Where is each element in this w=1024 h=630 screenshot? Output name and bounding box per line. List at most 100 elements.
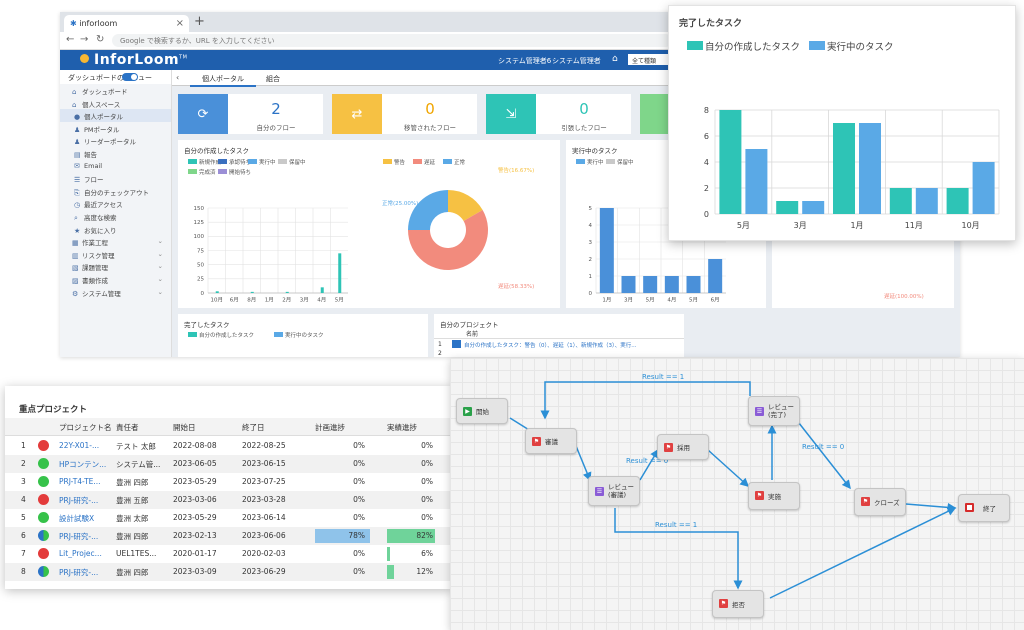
workflow-node-end[interactable]: 終了: [958, 494, 1010, 522]
sidebar-item[interactable]: ♟ リーダーポータル: [60, 134, 171, 147]
sidebar-item[interactable]: ★ お気に入り: [60, 223, 171, 236]
bar: [643, 276, 658, 293]
legend-item[interactable]: 実行中: [576, 158, 604, 166]
table-row[interactable]: 8 PRJ-研究-... 豊洲 四郎 2023-03-09 2023-06-29 0% 12…: [5, 563, 452, 581]
projects-table-title: 重点プロジェクト: [19, 405, 88, 415]
legend-item[interactable]: 開始待ち: [218, 168, 251, 176]
workflow-node-reject[interactable]: ⚑ 拒否: [712, 590, 764, 618]
project-name-link[interactable]: 設計試験X: [59, 513, 113, 524]
sidebar-item[interactable]: ▤ 報告: [60, 147, 171, 160]
workflow-node-review-done[interactable]: ☰ レビュー (完了): [748, 396, 800, 426]
close-tab-icon[interactable]: ×: [176, 18, 184, 29]
edge-label: Result == 1: [642, 373, 685, 381]
project-name-link[interactable]: 22Y-X01-...: [59, 441, 113, 450]
sidebar-item[interactable]: ● 個人ポータル: [60, 109, 171, 122]
bar: [776, 201, 799, 214]
reload-icon[interactable]: ↻: [96, 34, 104, 45]
workflow-node-implement[interactable]: ⚑ 実施: [748, 482, 800, 510]
table-row[interactable]: 6 PRJ-研究-... 豊洲 四郎 2023-02-13 2023-06-06 78% 8…: [5, 527, 452, 545]
workflow-canvas[interactable]: Result == 1 Result == 0 Result == 0 Resu…: [450, 358, 1024, 630]
app-logo[interactable]: InforLoomTM: [80, 52, 187, 68]
popup-legend-my-created[interactable]: 自分の作成したタスク: [687, 39, 800, 53]
collapse-sidebar-icon[interactable]: ‹: [176, 73, 179, 82]
sidebar-item[interactable]: ⎘ 自分のチェックアウト: [60, 185, 171, 198]
y-tick-label: 100: [194, 234, 205, 240]
sidebar-item[interactable]: ☰ フロー: [60, 172, 171, 185]
table-row[interactable]: 5 設計試験X 豊洲 太郎 2023-05-29 2023-06-14 0% 0%: [5, 509, 452, 527]
header-link-admin[interactable]: システム管理者: [552, 56, 601, 66]
start-date-cell: 2023-03-06: [173, 495, 217, 504]
col-plan-progress[interactable]: 計画進捗: [315, 422, 345, 433]
workflow-node-close[interactable]: ⚑ クローズ: [854, 488, 906, 516]
project-name-link[interactable]: PRJ-T4-TE...: [59, 477, 113, 486]
project-name-link[interactable]: PRJ-研究-...: [59, 567, 113, 578]
home-icon[interactable]: ⌂: [612, 54, 618, 64]
tab-personal-portal[interactable]: 個人ポータル: [190, 73, 256, 87]
sidebar-item[interactable]: ♟ PMポータル: [60, 122, 171, 135]
project-name-link[interactable]: PRJ-研究-...: [59, 531, 113, 542]
stat-card-my-flow[interactable]: ⟳ 2 自分のフロー: [178, 94, 323, 134]
project-name-link[interactable]: Lit_Projec...: [59, 549, 113, 558]
workflow-node-review-design[interactable]: ☰ レビュー (審議): [588, 476, 640, 506]
node-label: 採用: [677, 444, 690, 452]
legend-item[interactable]: 保留中: [606, 158, 634, 166]
col-project-name[interactable]: プロジェクト名: [59, 422, 112, 433]
sidebar-item[interactable]: ▦ 作業工程 ⌄: [60, 235, 171, 248]
new-tab-icon[interactable]: +: [194, 14, 205, 29]
bar: [708, 259, 723, 293]
bar: [664, 276, 679, 293]
forward-icon[interactable]: →: [80, 34, 88, 45]
legend-item[interactable]: 実行中: [248, 158, 276, 166]
bar: [972, 162, 995, 214]
workflow-node-adopt[interactable]: ⚑ 採用: [657, 434, 709, 460]
sidebar-item[interactable]: ◷ 最近アクセス: [60, 197, 171, 210]
my-tasks-title: 自分の作成したタスク: [184, 147, 249, 155]
table-row[interactable]: 3 PRJ-T4-TE... 豊洲 四郎 2023-05-29 2023-07-25 0%…: [5, 473, 452, 491]
sidebar-item-label: 個人スペース: [82, 100, 121, 109]
project-name-link[interactable]: HPコンテン...: [59, 459, 113, 470]
chevron-down-icon: ⌄: [157, 262, 163, 271]
end-date-cell: 2023-06-15: [242, 459, 286, 468]
stat-value: 2: [271, 100, 281, 118]
table-row[interactable]: 1 22Y-X01-... テスト 太郎 2022-08-08 2022-08-25 0%…: [5, 437, 452, 455]
x-tick-label: 3月: [300, 297, 309, 304]
sidebar-item[interactable]: ⌕ 高度な検索: [60, 210, 171, 223]
y-tick-label: 5: [589, 206, 593, 212]
sidebar-item[interactable]: ▧ 課題管理 ⌄: [60, 260, 171, 273]
stat-card-pulled[interactable]: ⇲ 0 引張したフロー: [486, 94, 631, 134]
plan-progress-value: 0%: [353, 459, 365, 468]
legend-item[interactable]: 完成済: [188, 168, 216, 176]
logo-text: InforLoom: [94, 52, 180, 68]
sidebar-item[interactable]: ⚙ システム管理 ⌄: [60, 286, 171, 299]
workflow-node-start[interactable]: ▶ 開始: [456, 398, 508, 424]
col-start[interactable]: 開始日: [173, 422, 196, 433]
sidebar-item[interactable]: ✉ Email: [60, 160, 171, 173]
stat-card-transferred[interactable]: ⇄ 0 移管されたフロー: [332, 94, 477, 134]
legend-item[interactable]: 保留中: [278, 158, 306, 166]
col-actual-progress[interactable]: 実績進捗: [387, 422, 417, 433]
chevron-down-icon: ⌄: [157, 287, 163, 296]
table-row[interactable]: 7 Lit_Projec... UEL1TES... 2020-01-17 2020-0…: [5, 545, 452, 563]
col-owner[interactable]: 責任者: [116, 422, 139, 433]
sidebar-item[interactable]: ▥ リスク管理 ⌄: [60, 248, 171, 261]
end-date-cell: 2023-03-28: [242, 495, 286, 504]
sidebar-item[interactable]: ▨ 書類作成 ⌄: [60, 273, 171, 286]
project-name-link[interactable]: PRJ-研究-...: [59, 495, 113, 506]
dashboard-toggle[interactable]: [122, 73, 138, 81]
address-bar[interactable]: Google で検索するか、URL を入力してください: [112, 34, 672, 47]
legend-item[interactable]: 新規作成: [188, 158, 221, 166]
popup-legend-running[interactable]: 実行中のタスク: [809, 39, 894, 53]
table-row[interactable]: 4 PRJ-研究-... 豊洲 五郎 2023-03-06 2023-03-28 0% 0%: [5, 491, 452, 509]
project-row-link[interactable]: 自分の作成したタスク：警告（0）、遅延（1）、新規作成（3）、実行...: [464, 341, 682, 349]
col-end[interactable]: 終了日: [242, 422, 265, 433]
legend-item[interactable]: 承認待ち: [218, 158, 251, 166]
tab-union[interactable]: 組合: [254, 73, 292, 85]
status-dot-icon: [38, 440, 49, 451]
back-icon[interactable]: ←: [66, 34, 74, 45]
table-row[interactable]: 2 HPコンテン... システム管... 2023-06-05 2023-06-15 0%…: [5, 455, 452, 473]
workflow-node-review[interactable]: ⚑ 審議: [525, 428, 577, 454]
sidebar-item[interactable]: ⌂ 個人スペース: [60, 97, 171, 110]
sidebar-item[interactable]: ⌂ ダッシュボード: [60, 84, 171, 97]
browser-tab[interactable]: ✱ inforloom ×: [64, 15, 189, 32]
header-link-admin6[interactable]: システム管理者6: [498, 56, 551, 66]
